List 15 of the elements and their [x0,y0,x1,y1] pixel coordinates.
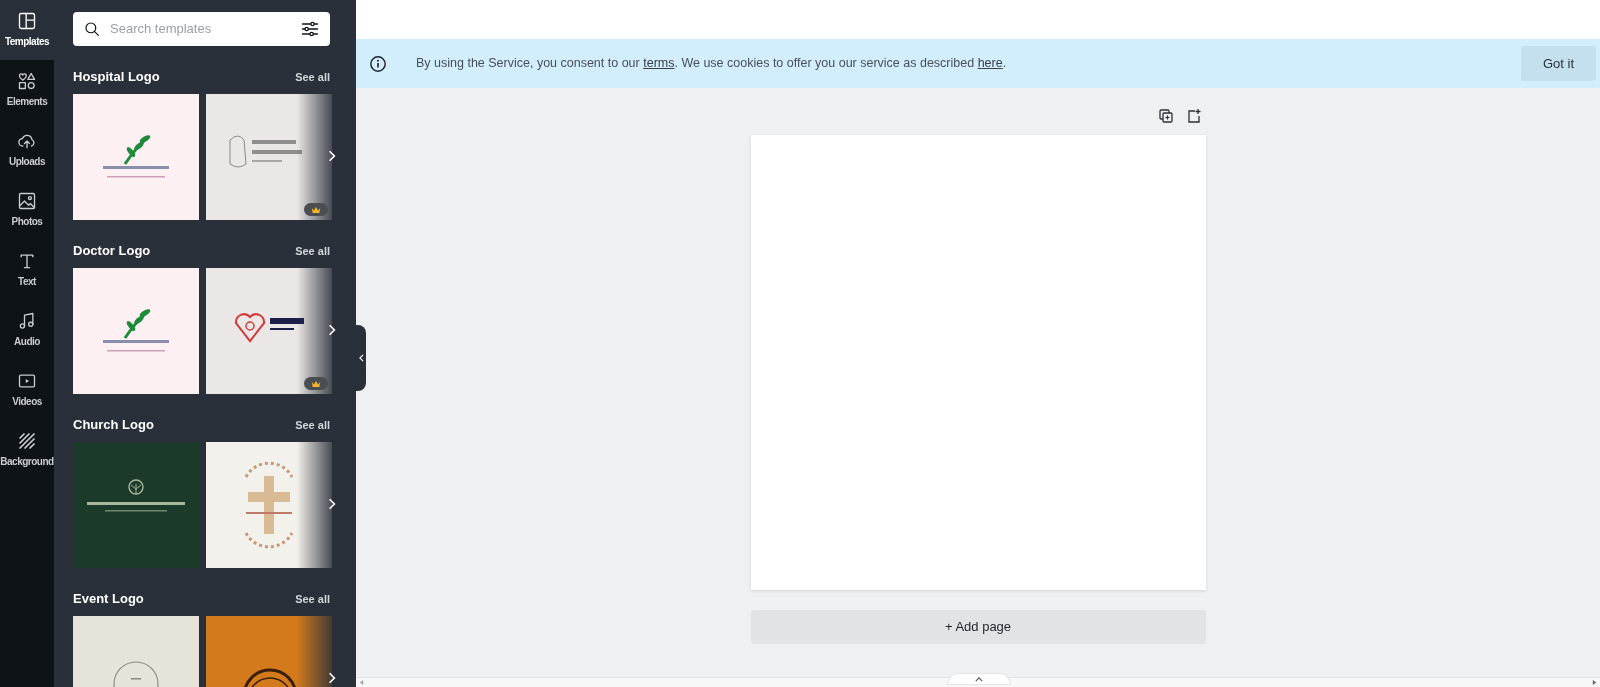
add-page-button[interactable]: + Add page [750,610,1206,644]
link[interactable]: here [977,56,1003,71]
sidebar-tab[interactable]: Templates [0,0,54,60]
section-title: Event Logo [73,590,144,609]
see-all-link[interactable]: See all [295,590,330,608]
consent-message: By using the Service, you consent to our terms. We use cookies to offer you our service as described here. [416,55,1008,73]
got-it-button[interactable]: Got it [1521,46,1596,81]
see-all-link[interactable]: See all [295,242,330,260]
section-title: Church Logo [73,416,154,435]
see-all-link[interactable]: See all [295,68,330,86]
search-bar[interactable]: Search templates [73,12,330,46]
see-all-link[interactable]: See all [295,416,330,434]
search-field[interactable]: Search templates [110,19,291,39]
section-title: Hospital Logo [73,68,160,87]
section-title: Doctor Logo [73,242,151,261]
